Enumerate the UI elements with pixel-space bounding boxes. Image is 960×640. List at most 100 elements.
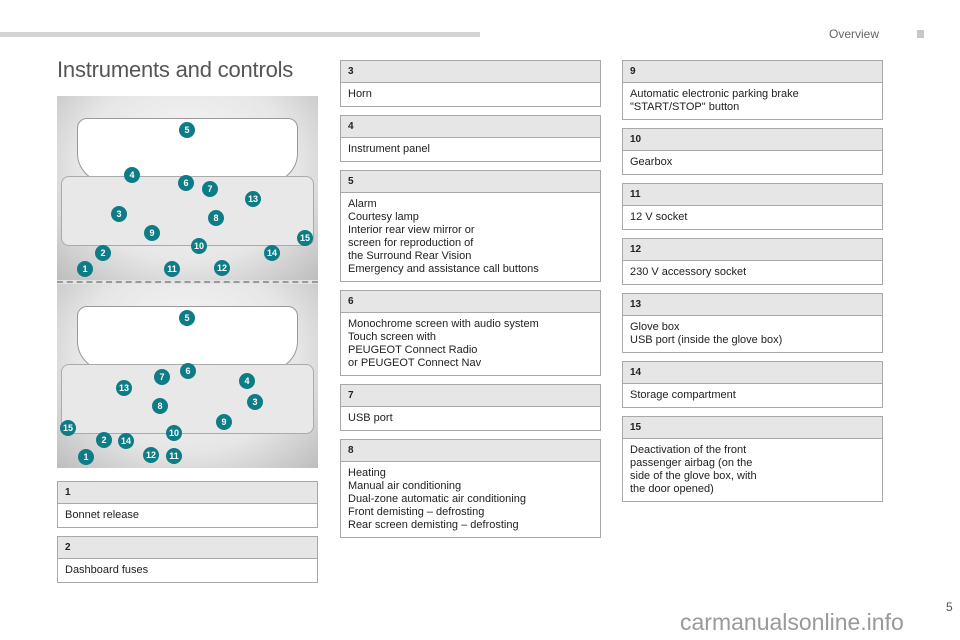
legend-number: 9 — [623, 61, 882, 83]
legend-item-5: 5 Alarm Courtesy lamp Interior rear view mi… — [340, 170, 601, 282]
legend-number: 7 — [341, 385, 600, 407]
callout-9: 9 — [216, 414, 232, 430]
callout-13: 13 — [245, 191, 261, 207]
legend-line: Emergency and assistance call buttons — [348, 263, 539, 275]
callout-4: 4 — [124, 167, 140, 183]
legend-line: Gearbox — [630, 156, 673, 168]
legend-number: 1 — [58, 482, 317, 504]
legend-description: Alarm Courtesy lamp Interior rear view mir… — [341, 193, 600, 281]
legend-column-1: 3 Horn 4 Instrument panel 5 Alarm Courtesy lam… — [340, 60, 601, 538]
legend-item-9: 9 Automatic electronic parking brake "STAR… — [622, 60, 883, 120]
legend-line: Courtesy lamp — [348, 211, 419, 223]
callout-12: 12 — [214, 260, 230, 276]
legend-number: 13 — [623, 294, 882, 316]
legend-description: 230 V accessory socket — [623, 261, 882, 284]
callout-12: 12 — [143, 447, 159, 463]
legend-description: Deactivation of the front passenger airba… — [623, 439, 882, 501]
callout-6: 6 — [180, 363, 196, 379]
callout-14: 14 — [118, 433, 134, 449]
callout-7: 7 — [202, 181, 218, 197]
callout-2: 2 — [96, 432, 112, 448]
legend-line: passenger airbag (on the — [630, 457, 753, 469]
callout-11: 11 — [166, 448, 182, 464]
legend-number: 6 — [341, 291, 600, 313]
legend-line: or PEUGEOT Connect Nav — [348, 357, 482, 369]
callout-1: 1 — [78, 449, 94, 465]
callout-6: 6 — [178, 175, 194, 191]
callout-1: 1 — [77, 261, 93, 277]
callout-3: 3 — [247, 394, 263, 410]
legend-line: Heating — [348, 467, 386, 479]
legend-line: Front demisting – defrosting — [348, 506, 485, 518]
legend-description: Dashboard fuses — [58, 559, 317, 582]
legend-line: Interior rear view mirror or — [348, 224, 475, 236]
callout-7: 7 — [154, 369, 170, 385]
legend-line: the Surround Rear Vision — [348, 250, 472, 262]
legend-line: Automatic electronic parking brake — [630, 88, 799, 100]
legend-number: 3 — [341, 61, 600, 83]
legend-number: 10 — [623, 129, 882, 151]
legend-description: Instrument panel — [341, 138, 600, 161]
legend-item-6: 6 Monochrome screen with audio system Touc… — [340, 290, 601, 376]
legend-item-11: 11 12 V socket — [622, 183, 883, 230]
legend-line: Manual air conditioning — [348, 480, 462, 492]
callout-15: 15 — [60, 420, 76, 436]
callout-11: 11 — [164, 261, 180, 277]
legend-number: 5 — [341, 171, 600, 193]
legend-description: Glove box USB port (inside the glove box) — [623, 316, 882, 352]
illustration-divider — [57, 281, 318, 283]
legend-number: 2 — [58, 537, 317, 559]
legend-line: Dashboard fuses — [65, 564, 149, 576]
page-title: Instruments and controls — [57, 57, 294, 82]
legend-line: USB port (inside the glove box) — [630, 334, 783, 346]
section-title: Overview — [829, 27, 880, 41]
legend-description: Horn — [341, 83, 600, 106]
legend-description: Heating Manual air conditioning Dual-zone … — [341, 462, 600, 537]
legend-line: Horn — [348, 88, 372, 100]
legend-line: 230 V accessory socket — [630, 266, 747, 278]
legend-line: Alarm — [348, 198, 377, 210]
legend-number: 8 — [341, 440, 600, 462]
legend-item-1: 1 Bonnet release — [57, 481, 318, 528]
legend-item-12: 12 230 V accessory socket — [622, 238, 883, 285]
legend-column-3: 1 Bonnet release 2 Dashboard fuses — [57, 481, 318, 583]
legend-line: Glove box — [630, 321, 680, 333]
legend-number: 4 — [341, 116, 600, 138]
legend-line: side of the glove box, with — [630, 470, 757, 482]
callout-9: 9 — [144, 225, 160, 241]
callout-5: 5 — [179, 122, 195, 138]
legend-number: 11 — [623, 184, 882, 206]
legend-item-13: 13 Glove box USB port (inside the glove bo… — [622, 293, 883, 353]
legend-item-4: 4 Instrument panel — [340, 115, 601, 162]
legend-item-3: 3 Horn — [340, 60, 601, 107]
callout-3: 3 — [111, 206, 127, 222]
legend-line: 12 V socket — [630, 211, 688, 223]
legend-description: Automatic electronic parking brake "START… — [623, 83, 882, 119]
dashboard-illustration: 5 4 6 7 13 3 8 9 10 15 2 14 1 11 12 5 6 7 4 13 3 8 9 15 10 2 14 1 12… — [57, 96, 318, 468]
callout-10: 10 — [191, 238, 207, 254]
legend-line: Storage compartment — [630, 389, 736, 401]
callout-8: 8 — [208, 210, 224, 226]
callout-14: 14 — [264, 245, 280, 261]
legend-line: Monochrome screen with audio system — [348, 318, 539, 330]
legend-item-14: 14 Storage compartment — [622, 361, 883, 408]
legend-description: USB port — [341, 407, 600, 430]
callout-10: 10 — [166, 425, 182, 441]
legend-number: 15 — [623, 417, 882, 439]
section-marker — [917, 30, 924, 38]
legend-line: screen for reproduction of — [348, 237, 474, 249]
legend-item-15: 15 Deactivation of the front passenger air… — [622, 416, 883, 502]
callout-15: 15 — [297, 230, 313, 246]
header-bar — [0, 32, 480, 37]
legend-line: PEUGEOT Connect Radio — [348, 344, 478, 356]
legend-item-10: 10 Gearbox — [622, 128, 883, 175]
legend-number: 14 — [623, 362, 882, 384]
callout-4: 4 — [239, 373, 255, 389]
callout-2: 2 — [95, 245, 111, 261]
callout-8: 8 — [152, 398, 168, 414]
legend-description: 12 V socket — [623, 206, 882, 229]
page-number: 5 — [946, 600, 953, 614]
legend-line: Deactivation of the front — [630, 444, 747, 456]
callout-5: 5 — [179, 310, 195, 326]
legend-item-8: 8 Heating Manual air conditioning Dual-zone… — [340, 439, 601, 538]
